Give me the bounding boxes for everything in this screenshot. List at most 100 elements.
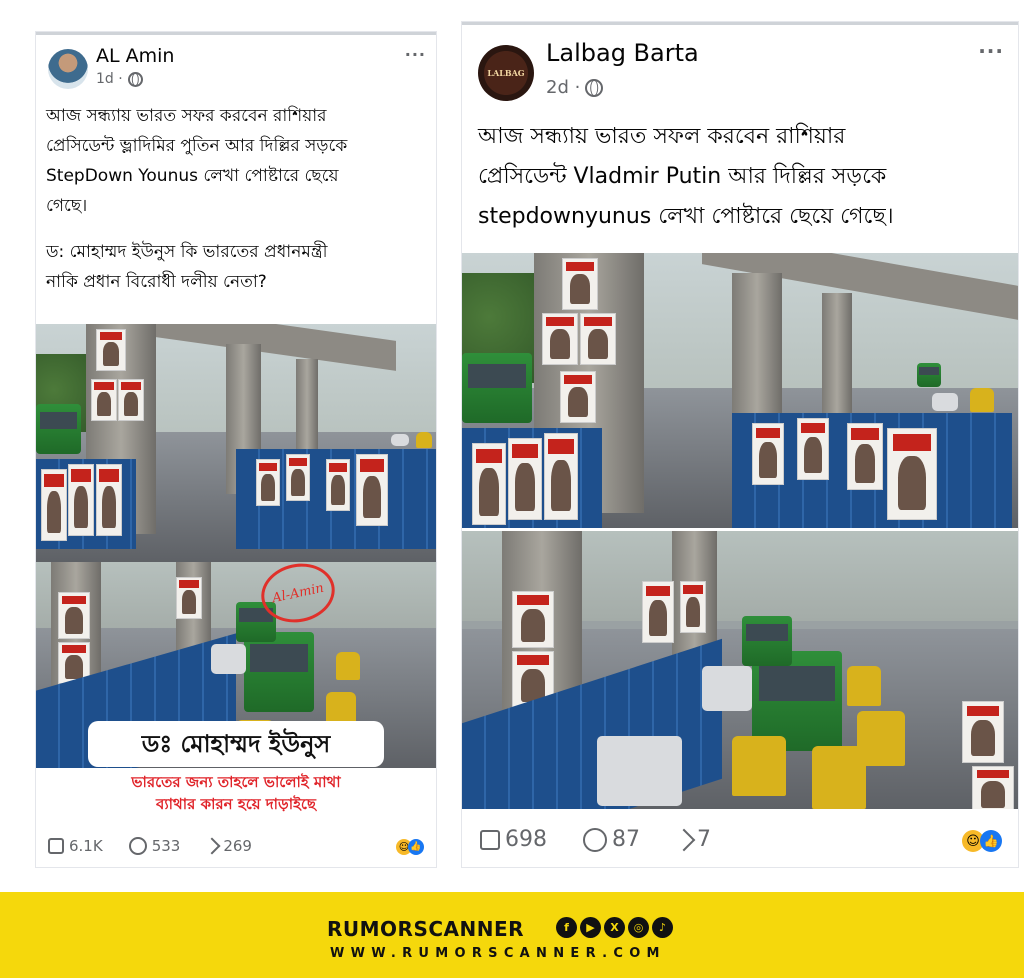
more-options-button[interactable]: ··· <box>978 39 1004 63</box>
like-count: 6.1K <box>69 837 103 855</box>
share-button[interactable]: 269 <box>203 837 252 855</box>
x-icon[interactable]: X <box>604 917 625 938</box>
comment-icon <box>128 837 147 855</box>
post-text-line: StepDown Younus লেখা পোষ্টারে ছেয়ে <box>46 166 339 186</box>
poster <box>962 701 1004 763</box>
author-avatar[interactable]: LALBAG <box>478 45 534 101</box>
poster <box>256 459 280 506</box>
post-image-flyover[interactable] <box>462 253 1018 528</box>
thumbs-up-icon <box>480 829 500 850</box>
author-avatar[interactable] <box>48 49 88 89</box>
post-card-right: LALBAG Lalbag Barta 2d · ··· আজ সন্ধ্যায… <box>462 22 1018 867</box>
poster <box>286 454 310 501</box>
post-text: আজ সন্ধ্যায় ভারত সফল করবেন রাশিয়ার প্র… <box>478 117 1014 237</box>
car <box>391 434 409 446</box>
post-time[interactable]: 2d · <box>546 77 580 98</box>
youtube-icon[interactable]: ▶ <box>580 917 601 938</box>
post-meta: 1d · <box>96 71 143 87</box>
auto-rickshaw <box>970 388 994 412</box>
poster <box>508 438 542 520</box>
auto-rickshaw <box>857 711 905 766</box>
bus <box>742 616 792 666</box>
post-card-left: AL Amin 1d · ··· আজ সন্ধ্যায় ভারত সফর ক… <box>36 32 436 867</box>
poster <box>972 766 1014 809</box>
car <box>932 393 958 411</box>
poster <box>91 379 117 421</box>
reaction-icons[interactable]: ☺ 👍 <box>396 839 424 855</box>
poster <box>642 581 674 643</box>
like-reaction-icon: 👍 <box>980 830 1002 852</box>
post-text-line: stepdownyunus লেখা পোষ্টারে ছেয়ে গেছে। <box>478 204 894 229</box>
flyover-pillar <box>822 293 852 413</box>
poster <box>847 423 883 490</box>
image-caption-name: ডঃ মোহাম্মদ ইউনুস <box>88 721 384 767</box>
author-name[interactable]: Lalbag Barta <box>546 39 699 67</box>
post-image-street[interactable] <box>462 531 1018 809</box>
poster <box>797 418 829 480</box>
bus <box>462 353 532 423</box>
poster <box>41 469 67 541</box>
like-count: 698 <box>505 827 547 852</box>
poster <box>472 443 506 525</box>
poster <box>356 454 388 526</box>
post-text-line: ড: মোহাম্মদ ইউনুস কি ভারতের প্রধানমন্ত্র… <box>46 242 328 262</box>
globe-icon <box>127 71 143 87</box>
post-text-line: আজ সন্ধ্যায় ভারত সফল করবেন রাশিয়ার <box>478 124 846 149</box>
car <box>597 736 682 806</box>
poster <box>887 428 937 520</box>
more-options-button[interactable]: ··· <box>405 45 426 64</box>
comment-button[interactable]: 87 <box>583 827 640 852</box>
bus <box>36 404 81 454</box>
poster <box>580 313 616 365</box>
comment-count: 87 <box>612 827 640 852</box>
share-button[interactable]: 7 <box>672 827 711 852</box>
globe-icon <box>585 78 604 97</box>
poster <box>96 464 122 536</box>
like-button[interactable]: 698 <box>480 827 547 852</box>
social-icons: f ▶ X ◎ ♪ <box>556 917 673 938</box>
like-button[interactable]: 6.1K <box>48 837 103 855</box>
poster <box>176 577 202 619</box>
post-text-line: প্রেসিডেন্ট ভ্লাদিমির পুতিন আর দিল্লির স… <box>46 136 348 156</box>
post-image-flyover[interactable] <box>36 324 436 562</box>
post-text-line: নাকি প্রধান বিরোধী দলীয় নেতা? <box>46 272 267 292</box>
poster <box>58 592 90 639</box>
poster <box>544 433 578 520</box>
share-count: 269 <box>223 837 252 855</box>
post-meta: 2d · <box>546 77 604 98</box>
auto-rickshaw <box>416 432 432 448</box>
tiktok-icon[interactable]: ♪ <box>652 917 673 938</box>
thumbs-up-icon <box>48 838 64 854</box>
share-icon <box>672 828 696 851</box>
auto-rickshaw <box>336 652 360 680</box>
author-name[interactable]: AL Amin <box>96 45 174 67</box>
poster <box>512 591 554 648</box>
car <box>702 666 752 711</box>
poster <box>68 464 94 536</box>
poster <box>326 459 350 511</box>
reaction-icons[interactable]: ☺ 👍 <box>962 830 1002 852</box>
post-text-line: গেছে। <box>46 196 88 216</box>
comment-button[interactable]: 533 <box>128 837 181 855</box>
image-caption-subtitle: ভারতের জন্য তাহলে ভালোই মাথা ব্যাথার কার… <box>36 769 436 819</box>
poster <box>752 423 784 485</box>
bus <box>917 363 941 387</box>
car <box>211 644 246 674</box>
like-reaction-icon: 👍 <box>408 839 424 855</box>
poster <box>542 313 578 365</box>
facebook-icon[interactable]: f <box>556 917 577 938</box>
share-icon <box>203 837 221 855</box>
caption-line: ভারতের জন্য তাহলে ভালোই মাথা <box>131 773 341 791</box>
comment-count: 533 <box>151 837 181 855</box>
avatar-logo-text: LALBAG <box>487 68 525 78</box>
post-text-line: প্রেসিডেন্ট Vladmir Putin আর দিল্লির সড়… <box>478 164 887 189</box>
engagement-bar: 698 87 7 <box>480 827 711 852</box>
instagram-icon[interactable]: ◎ <box>628 917 649 938</box>
comment-icon <box>583 827 607 852</box>
brand-name: RUMORSCANNER <box>327 917 525 941</box>
auto-rickshaw <box>847 666 881 706</box>
post-time[interactable]: 1d · <box>96 71 123 87</box>
auto-rickshaw <box>732 736 786 796</box>
poster <box>560 371 596 423</box>
website-url[interactable]: WWW.RUMORSCANNER.COM <box>330 946 666 961</box>
